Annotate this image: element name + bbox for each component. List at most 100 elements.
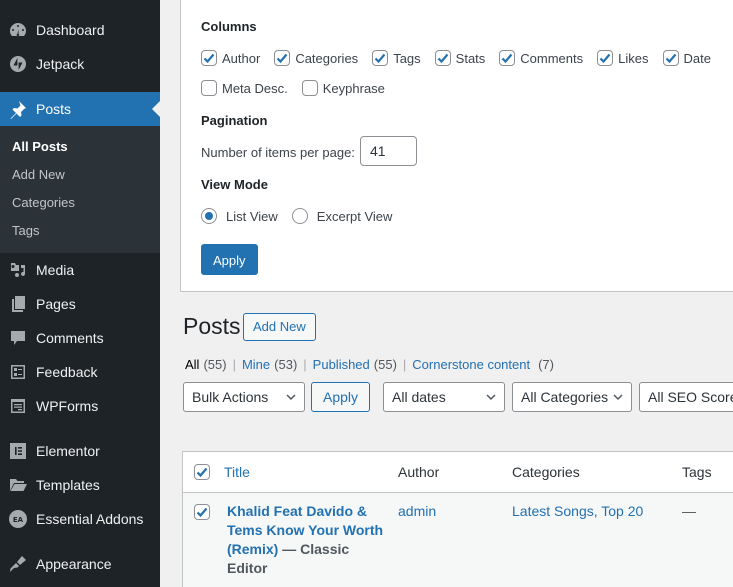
date-filter-select[interactable]: All dates [383, 382, 505, 412]
filter-cornerstone[interactable]: Cornerstone content [412, 357, 530, 372]
menu-item-posts[interactable]: Posts [0, 92, 160, 126]
seo-score-filter-select[interactable]: All SEO Scores [639, 382, 733, 412]
filter-published[interactable]: Published [313, 357, 370, 372]
column-header-categories: Categories [512, 464, 580, 480]
posts-submenu: All Posts Add New Categories Tags [0, 126, 160, 253]
checkbox[interactable] [499, 50, 516, 66]
checkbox-label: Comments [520, 50, 584, 66]
screen-options-apply-button[interactable]: Apply [201, 244, 258, 275]
category-filter-select[interactable]: All Categories [512, 382, 632, 412]
menu-item-media[interactable]: Media [0, 253, 160, 287]
row-checkbox[interactable] [194, 504, 210, 520]
separator: | [402, 357, 407, 372]
menu-item-jetpack[interactable]: Jetpack [0, 47, 160, 81]
menu-label: Appearance [36, 556, 112, 572]
filter-label: All [185, 357, 200, 372]
admin-sidebar: Dashboard Jetpack Posts All Posts Add Ne… [0, 0, 160, 587]
checkbox-label: Keyphrase [322, 80, 385, 96]
checkbox-label: Meta Desc. [222, 80, 288, 96]
checkbox-label: Stats [455, 50, 486, 66]
checkbox[interactable] [434, 50, 451, 66]
post-author-link[interactable]: admin [398, 503, 436, 519]
menu-item-pages[interactable]: Pages [0, 287, 160, 321]
view-mode-options: List View Excerpt View [201, 208, 406, 224]
checkbox-label: Author [222, 50, 261, 66]
menu-label: Essential Addons [36, 511, 144, 527]
column-toggle-categories[interactable]: Categories [274, 50, 358, 66]
submenu-categories[interactable]: Categories [12, 195, 75, 210]
checkbox[interactable] [201, 50, 217, 66]
pages-icon [0, 287, 36, 321]
filter-all[interactable]: All [185, 357, 199, 372]
paintbrush-icon [0, 547, 36, 581]
submenu-all-posts[interactable]: All Posts [12, 139, 68, 154]
view-mode-excerpt[interactable]: Excerpt View [291, 208, 392, 224]
column-toggle-likes[interactable]: Likes [597, 50, 649, 66]
feedback-icon [0, 355, 36, 389]
select-value: Bulk Actions [192, 389, 269, 405]
checkbox-label: Categories [295, 50, 359, 66]
pagination-heading: Pagination [201, 113, 268, 128]
checkbox[interactable] [201, 80, 217, 96]
bulk-apply-button[interactable]: Apply [311, 382, 371, 412]
jetpack-icon [0, 47, 36, 81]
menu-label: Jetpack [36, 56, 85, 72]
filter-mine[interactable]: Mine [242, 357, 270, 372]
checkbox[interactable] [274, 50, 291, 66]
column-toggle-author[interactable]: Author [201, 50, 260, 66]
items-per-page-input[interactable]: 41 [360, 136, 417, 166]
separator: | [232, 357, 236, 372]
menu-label: Posts [36, 101, 72, 117]
menu-item-dashboard[interactable]: Dashboard [0, 13, 160, 47]
svg-text:EA: EA [13, 516, 24, 524]
post-title-cell: Khalid Feat Davido & Tems Know Your Wort… [227, 502, 387, 578]
columns-heading: Columns [201, 19, 257, 34]
chevron-down-icon [486, 394, 496, 401]
comment-bubble-icon [0, 321, 36, 355]
filter-count: (55) [373, 357, 397, 372]
menu-item-feedback[interactable]: Feedback [0, 355, 160, 389]
column-toggle-stats[interactable]: Stats [434, 50, 486, 66]
items-per-page-label: Number of items per page: [201, 145, 355, 160]
radio-button[interactable] [291, 208, 308, 224]
pushpin-icon [0, 92, 36, 126]
menu-item-elementor[interactable]: Elementor [0, 434, 160, 468]
select-value: All dates [392, 389, 446, 405]
bulk-actions-select[interactable]: Bulk Actions [183, 382, 305, 412]
menu-item-templates[interactable]: Templates [0, 468, 160, 502]
menu-label: Feedback [36, 364, 98, 380]
column-toggle-date[interactable]: Date [662, 50, 711, 66]
checkbox[interactable] [301, 80, 318, 96]
column-toggle-tags[interactable]: Tags [372, 50, 421, 66]
column-toggle-meta-desc[interactable]: Meta Desc. [201, 80, 288, 96]
submenu-tags[interactable]: Tags [12, 223, 39, 238]
checkbox-label: Tags [393, 50, 421, 66]
columns-row-1: Author Categories Tags Stats Comments Li… [201, 50, 725, 66]
menu-item-essential-addons[interactable]: EA Essential Addons [0, 502, 160, 536]
table-row: Khalid Feat Davido & Tems Know Your Wort… [183, 493, 733, 587]
screen-options-panel: Columns Author Categories Tags Stats Com… [180, 0, 733, 292]
radio-button[interactable] [201, 208, 217, 224]
chevron-down-icon [613, 394, 623, 401]
menu-item-comments[interactable]: Comments [0, 321, 160, 355]
filter-count: (55) [203, 357, 227, 372]
submenu-add-new[interactable]: Add New [12, 167, 65, 182]
menu-label: Comments [36, 330, 104, 346]
column-header-tags: Tags [682, 464, 712, 480]
column-header-title[interactable]: Title [224, 464, 250, 480]
filter-count: (53) [274, 357, 298, 372]
checkbox[interactable] [372, 50, 389, 66]
add-new-button[interactable]: Add New [243, 313, 316, 341]
menu-label: Dashboard [36, 22, 105, 38]
checkbox[interactable] [597, 50, 614, 66]
column-toggle-comments[interactable]: Comments [499, 50, 583, 66]
select-value: All SEO Scores [648, 389, 733, 405]
select-all-checkbox[interactable] [194, 464, 210, 480]
menu-item-wpforms[interactable]: WPForms [0, 389, 160, 423]
checkbox[interactable] [662, 50, 679, 66]
view-mode-list[interactable]: List View [201, 208, 278, 224]
column-toggle-keyphrase[interactable]: Keyphrase [301, 80, 385, 96]
post-categories-link[interactable]: Latest Songs, Top 20 [512, 503, 643, 519]
posts-table: Title Author Categories Tags Khalid Feat… [182, 451, 733, 587]
menu-item-appearance[interactable]: Appearance [0, 547, 160, 581]
